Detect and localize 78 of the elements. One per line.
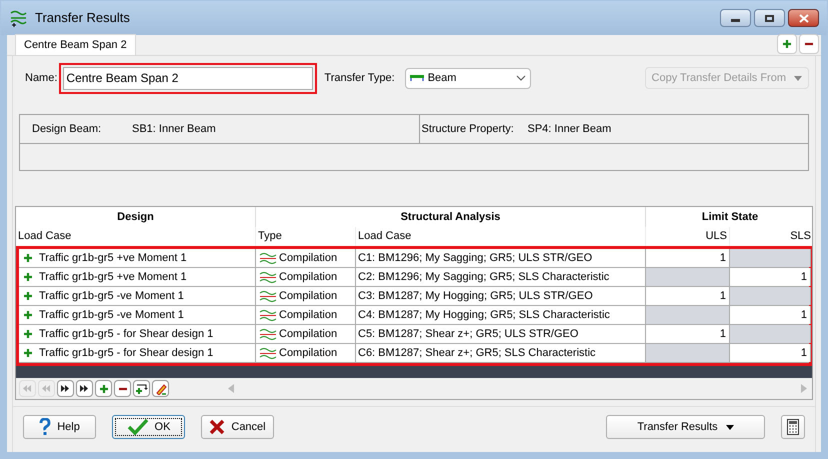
wave-icon: [259, 346, 277, 360]
table-cell-text: Traffic gr1b-gr5 +ve Moment 1: [39, 270, 187, 285]
maximize-button[interactable]: [754, 9, 785, 27]
scroll-right-icon: [801, 384, 807, 393]
tab[interactable]: Centre Beam Span 2: [15, 34, 136, 55]
next-button[interactable]: [57, 380, 74, 397]
close-button[interactable]: [788, 9, 819, 27]
minimize-button[interactable]: [720, 9, 751, 27]
column-header: Load Case: [356, 227, 646, 246]
scroll-left-icon: [228, 384, 234, 393]
delete-row-button[interactable]: [114, 380, 131, 397]
first-icon: [22, 384, 33, 393]
cancel-button[interactable]: Cancel: [201, 415, 274, 439]
ok-button[interactable]: OK: [112, 415, 185, 439]
info-value: SP4: Inner Beam: [528, 122, 612, 137]
transfer-type-label: Transfer Type:: [324, 70, 395, 86]
wave-icon: [259, 252, 277, 264]
close-icon: [798, 14, 808, 22]
calculator-button[interactable]: [781, 415, 805, 439]
table-cell-text: Traffic gr1b-gr5 +ve Moment 1: [39, 250, 187, 266]
last-button[interactable]: [76, 380, 93, 397]
wave-icon: [259, 290, 277, 302]
add-button[interactable]: [777, 34, 797, 54]
plus-icon: [782, 39, 792, 49]
table-cell-text: Compilation: [279, 308, 338, 323]
plus-icon: [23, 310, 33, 320]
plus-icon: [23, 329, 33, 339]
add-row-button[interactable]: [95, 380, 112, 397]
wave-icon: [259, 308, 277, 322]
app-icon: [9, 9, 27, 27]
previous-icon: [41, 384, 52, 393]
transfer-type-dropdown[interactable]: Beam: [404, 68, 531, 88]
window-title: Transfer Results: [35, 9, 130, 28]
table-cell-text: Compilation: [279, 346, 338, 361]
remove-button[interactable]: [799, 34, 819, 54]
pencil-icon: [154, 382, 166, 394]
cross-icon: [209, 419, 226, 435]
table-cell-text: Compilation: [279, 250, 338, 266]
plus-icon: [98, 384, 108, 394]
dropdown-arrow-icon: [794, 76, 802, 80]
dropdown-arrow-icon: [726, 424, 734, 430]
name-field[interactable]: Centre Beam Span 2: [63, 66, 314, 90]
table-cell-text: Traffic gr1b-gr5 -ve Moment 1: [39, 288, 184, 304]
checkmark-icon: [126, 418, 149, 436]
table-cell-text: Traffic gr1b-gr5 -ve Moment 1: [39, 308, 184, 323]
plus-icon: [23, 348, 33, 358]
transfer-results-button[interactable]: Transfer Results: [606, 415, 765, 439]
last-icon: [79, 384, 90, 393]
table-cell-text: Traffic gr1b-gr5 - for Shear design 1: [39, 326, 214, 342]
table-cell-text: Compilation: [279, 270, 338, 285]
table-cell-text: Compilation: [279, 288, 338, 304]
chevron-icon: [516, 75, 526, 81]
name-label: Name:: [25, 70, 58, 86]
info-label: Design Beam:: [32, 122, 102, 137]
clear-button[interactable]: [152, 380, 169, 397]
table-cell-text: Traffic gr1b-gr5 - for Shear design 1: [39, 346, 214, 361]
insert-icon: [135, 382, 148, 394]
column-header: ULS: [646, 227, 730, 246]
wave-icon: [259, 270, 277, 284]
group-header: Design: [16, 207, 256, 227]
question-icon: [39, 418, 52, 436]
help-button[interactable]: Help: [23, 415, 96, 439]
group-header: Structural Analysis: [256, 207, 646, 227]
column-header: Load Case: [16, 227, 256, 246]
plus-icon: [23, 272, 33, 282]
info-value: SB1: Inner Beam: [132, 122, 216, 137]
next-icon: [60, 384, 71, 393]
plus-icon: [23, 291, 33, 301]
group-header: Limit State: [700, 210, 760, 225]
beam-icon: [410, 74, 424, 82]
plus-icon: [23, 253, 33, 263]
insert-row-button[interactable]: [133, 380, 150, 397]
column-header: Type: [256, 227, 356, 246]
calculator-icon: [787, 419, 799, 435]
wave-icon: [259, 328, 277, 340]
table-cell-text: Compilation: [279, 326, 338, 342]
info-label: Structure Property:: [422, 122, 515, 137]
column-header: SLS: [730, 227, 814, 246]
